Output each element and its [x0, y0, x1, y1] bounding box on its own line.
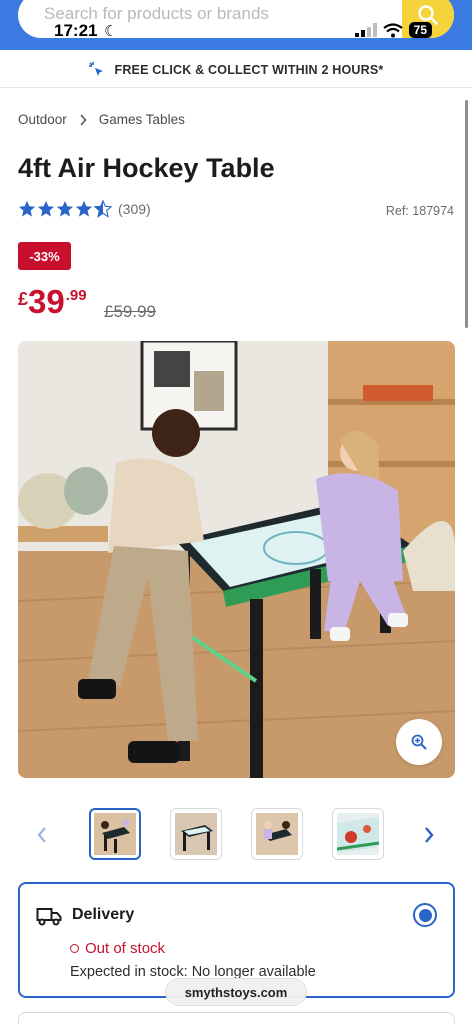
radio-selected-dot	[418, 908, 432, 922]
product-title: 4ft Air Hockey Table	[18, 153, 275, 183]
collect-option[interactable]	[18, 1012, 455, 1024]
star-full-icon	[37, 200, 55, 217]
price: £ 39 .99	[18, 283, 87, 321]
signal-icon	[354, 23, 377, 37]
price-decimal: .99	[65, 287, 87, 304]
review-count[interactable]: (309)	[118, 201, 151, 217]
top-header: Search for products or brands 17:21 ☾ 75	[0, 0, 472, 50]
stock-status-text: Out of stock	[85, 940, 166, 957]
chevron-left-icon	[37, 827, 46, 843]
delivery-truck-icon	[36, 908, 62, 926]
click-cursor-icon	[89, 61, 104, 76]
thumbnail-3[interactable]	[251, 808, 303, 860]
battery-indicator: 75	[408, 22, 432, 38]
promo-banner[interactable]: FREE CLICK & COLLECT WITHIN 2 HOURS*	[0, 52, 472, 88]
discount-badge: -33%	[18, 242, 71, 270]
thumbnail-image	[175, 813, 217, 855]
expected-stock-text: Expected in stock: No longer available	[70, 964, 316, 980]
scrollbar[interactable]	[465, 100, 468, 328]
price-currency: £	[18, 289, 29, 309]
stock-status: Out of stock	[70, 940, 165, 957]
star-full-icon	[56, 200, 74, 217]
breadcrumb-item-games-tables[interactable]: Games Tables	[99, 112, 185, 127]
thumbnail-image	[94, 813, 136, 855]
breadcrumb-item-outdoor[interactable]: Outdoor	[18, 112, 67, 127]
breadcrumb: Outdoor Games Tables	[18, 112, 185, 127]
thumbnail-1[interactable]	[89, 808, 141, 860]
thumbnail-4[interactable]	[332, 808, 384, 860]
star-half-icon	[94, 200, 112, 218]
product-photo	[18, 341, 455, 778]
zoom-button[interactable]	[396, 719, 442, 765]
zoom-in-icon	[411, 734, 427, 750]
thumbnail-2[interactable]	[170, 808, 222, 860]
old-price: £59.99	[104, 302, 156, 321]
delivery-radio[interactable]	[413, 903, 437, 927]
star-rating	[18, 200, 112, 218]
chevron-right-icon	[425, 827, 434, 843]
status-icons: 75	[354, 22, 432, 38]
product-ref: Ref: 187974	[385, 204, 454, 218]
thumbnail-carousel	[0, 806, 472, 864]
promo-text: FREE CLICK & COLLECT WITHIN 2 HOURS*	[114, 62, 384, 77]
star-full-icon	[75, 200, 93, 217]
status-dot-icon	[70, 944, 79, 953]
product-main-image[interactable]	[18, 341, 455, 778]
moon-icon: ☾	[104, 23, 118, 40]
wifi-icon	[382, 22, 403, 37]
star-full-icon	[18, 200, 36, 217]
status-time: 17:21	[54, 21, 98, 40]
thumbnail-image	[256, 813, 298, 855]
thumbnail-image	[337, 813, 379, 855]
rating[interactable]: (309)	[18, 200, 151, 218]
thumbnail-next-button[interactable]	[417, 820, 441, 850]
delivery-title: Delivery	[72, 906, 135, 923]
thumbnail-prev-button[interactable]	[30, 820, 54, 850]
browser-url-pill[interactable]: smythstoys.com	[166, 979, 306, 1005]
chevron-right-icon	[80, 113, 87, 126]
price-main: 39	[28, 283, 65, 320]
